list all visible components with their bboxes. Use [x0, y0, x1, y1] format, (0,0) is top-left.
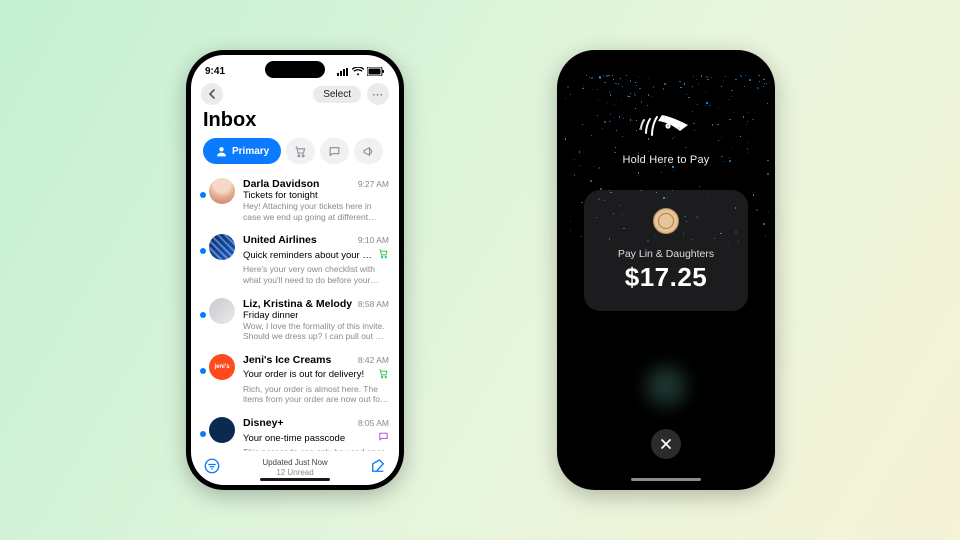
category-tabs: Primary — [191, 138, 399, 172]
unread-dot-icon — [200, 368, 206, 374]
pay-screen: Hold Here to Pay Pay Lin & Daughters $17… — [562, 55, 770, 485]
cell-signal-icon — [337, 68, 349, 76]
timestamp: 9:27 AM — [358, 179, 389, 189]
timestamp: 8:42 AM — [358, 355, 389, 365]
subject: Tickets for tonight — [243, 190, 318, 201]
tab-updates[interactable] — [320, 138, 349, 164]
dynamic-island — [636, 61, 696, 78]
timestamp: 9:10 AM — [358, 235, 389, 245]
preview: Rich, your order is almost here. The ite… — [243, 384, 389, 405]
sender: Liz, Kristina & Melody — [243, 298, 352, 310]
subject: Quick reminders about your upcoming… — [243, 250, 374, 261]
compose-button[interactable] — [369, 457, 387, 480]
mail-screen: 9:41 Select ⋯ Inbox — [191, 55, 399, 485]
more-button[interactable]: ⋯ — [367, 83, 389, 105]
preview: Wow, I love the formality of this invite… — [243, 321, 389, 342]
tab-label: Primary — [232, 146, 269, 157]
dynamic-island — [265, 61, 325, 78]
status-text: Updated Just Now 12 Unread — [262, 458, 327, 478]
tab-promotions[interactable] — [354, 138, 383, 164]
unread-dot-icon — [200, 312, 206, 318]
tab-shopping[interactable] — [286, 138, 315, 164]
list-item[interactable]: Liz, Kristina & Melody 8:58 AM Friday din… — [191, 292, 399, 348]
phone-pay: Hold Here to Pay Pay Lin & Daughters $17… — [557, 50, 775, 490]
timestamp: 8:58 AM — [358, 299, 389, 309]
unread-dot-icon — [200, 248, 206, 254]
sender: Jeni's Ice Creams — [243, 354, 331, 366]
phone-mail: 9:41 Select ⋯ Inbox — [186, 50, 404, 490]
sender: United Airlines — [243, 234, 317, 246]
subject: Your order is out for delivery! — [243, 369, 364, 380]
avatar — [209, 417, 235, 443]
cart-icon — [378, 366, 389, 384]
filter-button[interactable] — [203, 457, 221, 480]
unread-dot-icon — [200, 431, 206, 437]
battery-icon — [367, 67, 385, 76]
cart-icon — [378, 246, 389, 264]
avatar — [209, 178, 235, 204]
timestamp: 8:05 AM — [358, 418, 389, 428]
nav-bar: Select ⋯ — [191, 81, 399, 109]
clock: 9:41 — [205, 66, 225, 77]
wifi-icon — [352, 67, 364, 76]
close-button[interactable] — [651, 429, 681, 459]
avatar: jeni's — [209, 354, 235, 380]
list-item[interactable]: jeni's Jeni's Ice Creams 8:42 AM Your ord… — [191, 348, 399, 411]
preview: Hey! Attaching your tickets here in case… — [243, 201, 389, 222]
avatar — [209, 234, 235, 260]
list-item[interactable]: Darla Davidson 9:27 AM Tickets for tonigh… — [191, 172, 399, 228]
unread-dot-icon — [200, 192, 206, 198]
preview: Here's your very own checklist with what… — [243, 264, 389, 285]
list-item[interactable]: Disney+8:05 AM Your one-time passcode Th… — [191, 411, 399, 451]
select-button[interactable]: Select — [313, 86, 361, 103]
back-button[interactable] — [201, 83, 223, 105]
list-item[interactable]: United Airlines 9:10 AM Quick reminders a… — [191, 228, 399, 291]
home-indicator[interactable] — [260, 478, 330, 481]
sender: Darla Davidson — [243, 178, 319, 190]
subject: Friday dinner — [243, 310, 298, 321]
sender: Disney+ — [243, 417, 284, 429]
subject: Your one-time passcode — [243, 433, 345, 444]
tab-primary[interactable]: Primary — [203, 138, 281, 164]
chat-icon — [378, 429, 389, 447]
card-stack-blur — [643, 363, 689, 409]
home-indicator[interactable] — [631, 478, 701, 481]
avatar — [209, 298, 235, 324]
page-title: Inbox — [191, 109, 399, 138]
message-list: Darla Davidson 9:27 AM Tickets for tonigh… — [191, 172, 399, 451]
particle-background — [562, 55, 770, 485]
